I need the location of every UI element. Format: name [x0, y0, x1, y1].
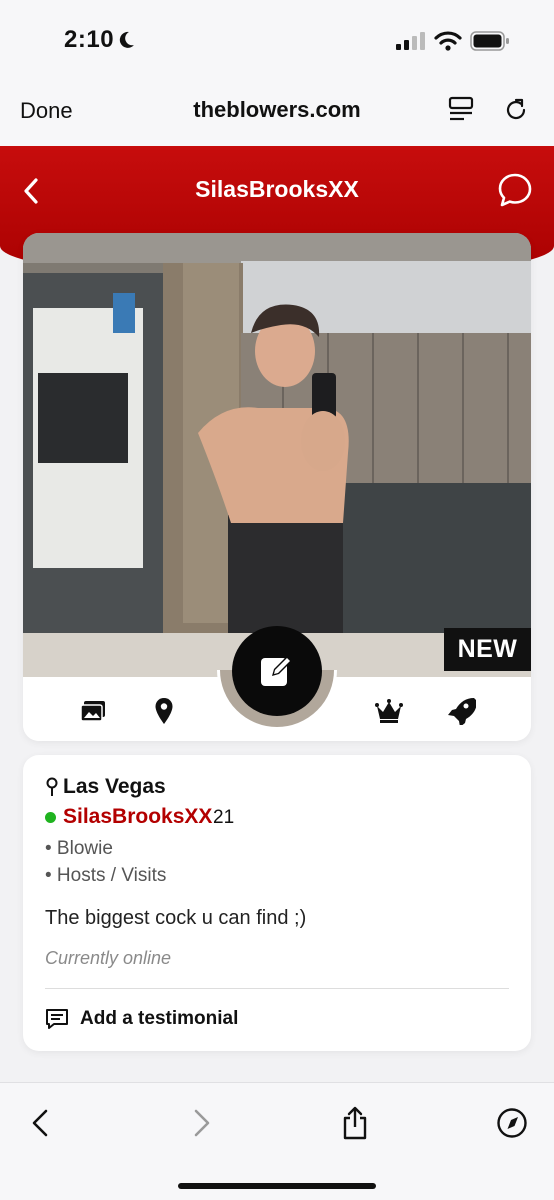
- browser-header: Done theblowers.com: [0, 82, 554, 146]
- edit-button[interactable]: [232, 626, 322, 716]
- profile-photo[interactable]: [23, 233, 531, 677]
- crown-icon[interactable]: [374, 697, 404, 725]
- wifi-icon: [434, 31, 462, 51]
- photos-icon[interactable]: [79, 697, 107, 725]
- back-icon[interactable]: [26, 1105, 58, 1141]
- divider: [45, 988, 509, 989]
- online-status: Currently online: [45, 948, 172, 968]
- compass-icon[interactable]: [496, 1105, 528, 1141]
- home-indicator: [178, 1183, 376, 1189]
- reload-icon[interactable]: [502, 96, 530, 124]
- share-icon[interactable]: [339, 1105, 371, 1141]
- profile-info-card: Las Vegas SilasBrooksXX 21 • Blowie • Ho…: [23, 755, 531, 1051]
- cellular-signal-icon: [396, 32, 425, 50]
- reader-mode-icon[interactable]: [448, 96, 474, 124]
- profile-age: 21: [213, 807, 235, 828]
- rocket-icon[interactable]: [446, 697, 476, 725]
- battery-icon: [470, 31, 509, 51]
- browser-toolbar: [0, 1082, 554, 1200]
- profile-tag: • Blowie: [45, 838, 113, 859]
- location-pin-icon: [46, 777, 58, 796]
- location-pin-icon[interactable]: [154, 697, 174, 725]
- add-testimonial-button[interactable]: Add a testimonial: [80, 1008, 238, 1030]
- status-bar: 2:10: [0, 0, 554, 82]
- new-badge: NEW: [444, 628, 531, 671]
- profile-username: SilasBrooksXX: [63, 805, 213, 828]
- profile-bio: The biggest cock u can find ;): [45, 907, 307, 929]
- online-indicator: [45, 812, 56, 823]
- message-icon[interactable]: [45, 1008, 69, 1030]
- profile-city: Las Vegas: [63, 775, 166, 798]
- forward-icon[interactable]: [184, 1105, 216, 1141]
- profile-title: SilasBrooksXX: [195, 176, 359, 202]
- edit-icon: [261, 654, 294, 686]
- moon-icon: [119, 31, 134, 48]
- status-time: 2:10: [64, 26, 115, 53]
- chat-bubble-icon[interactable]: [496, 172, 534, 208]
- profile-tag: • Hosts / Visits: [45, 865, 167, 886]
